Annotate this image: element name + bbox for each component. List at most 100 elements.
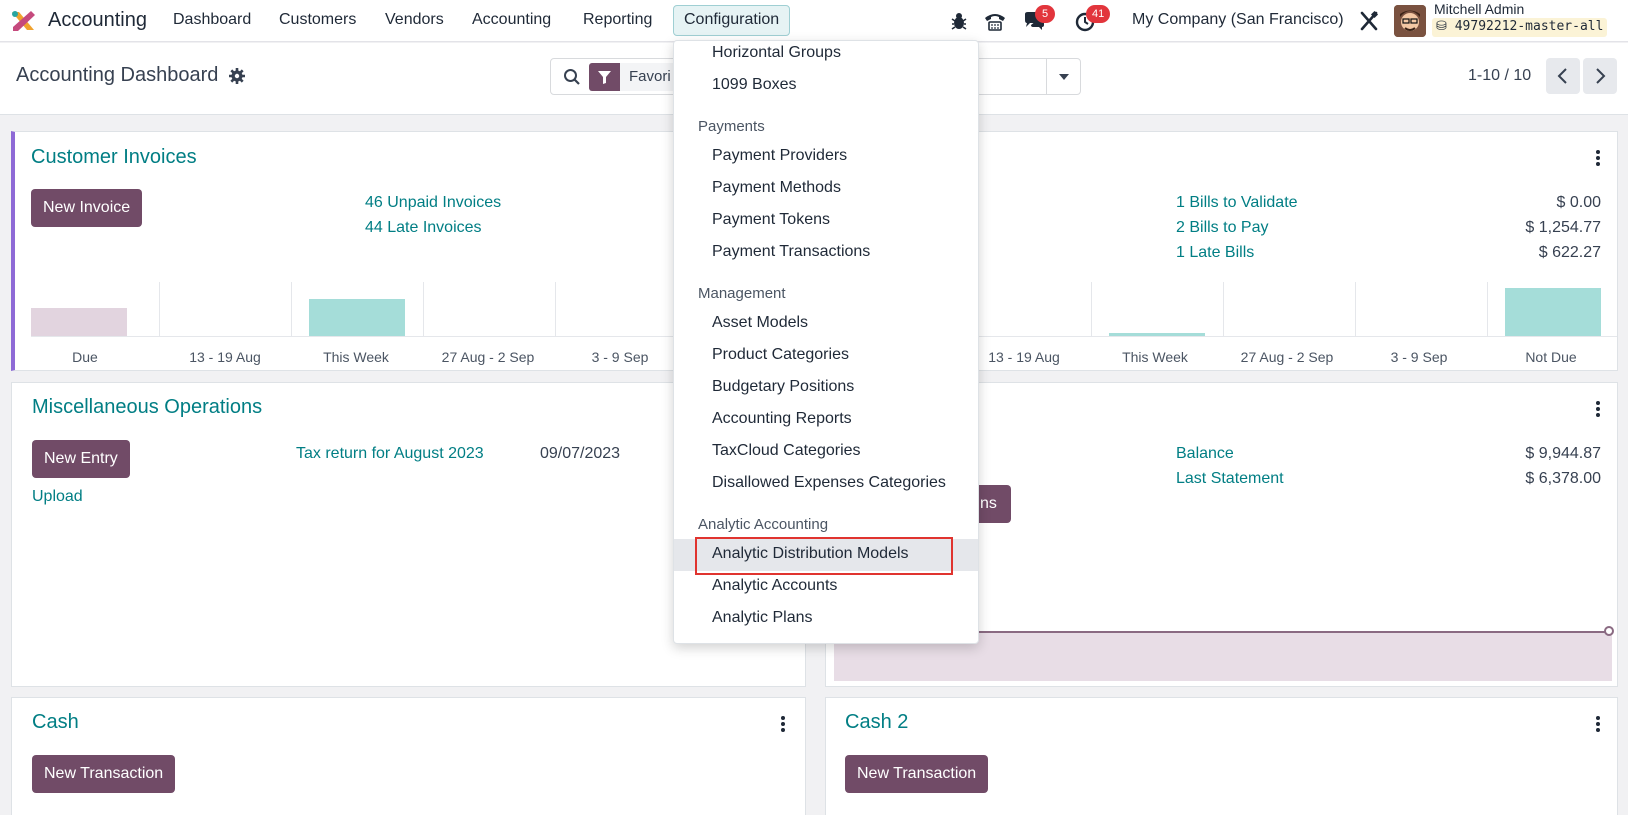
kebab-menu-icon[interactable] — [1595, 149, 1601, 167]
chart-point-icon[interactable] — [1603, 625, 1615, 637]
chevron-left-icon — [1557, 68, 1567, 84]
bills-to-pay-amount: $ 1,254.77 — [1525, 219, 1601, 236]
section-header-analytic-accounting: Analytic Accounting — [698, 516, 829, 533]
last-statement-link[interactable]: Last Statement — [1176, 470, 1284, 488]
chart-tick: 3 - 9 Sep — [591, 349, 649, 365]
menu-dashboard[interactable]: Dashboard — [173, 11, 251, 29]
company-switcher[interactable]: My Company (San Francisco) — [1132, 11, 1344, 29]
chart-gridline — [159, 282, 160, 336]
section-header-management: Management — [698, 285, 786, 302]
entry-date: 09/07/2023 — [540, 445, 621, 462]
search-options-toggle[interactable] — [1046, 59, 1080, 94]
top-navbar: Accounting Dashboard Customers Vendors A… — [0, 0, 1628, 42]
upload-link[interactable]: Upload — [32, 488, 83, 506]
search-icon[interactable] — [563, 68, 581, 86]
card-title[interactable]: Cash 2 — [845, 711, 908, 734]
menu-item-payment-methods[interactable]: Payment Methods — [712, 179, 841, 197]
bills-to-pay-link[interactable]: 2 Bills to Pay — [1176, 219, 1268, 237]
tools-icon[interactable] — [1359, 10, 1379, 32]
avatar-image-icon — [1394, 5, 1426, 37]
filter-icon — [589, 63, 620, 91]
bills-to-validate-link[interactable]: 1 Bills to Validate — [1176, 194, 1298, 212]
menu-item-horizontal-groups[interactable]: Horizontal Groups — [712, 44, 841, 62]
section-header-payments: Payments — [698, 118, 765, 135]
chart-tick: Not Due — [1525, 349, 1577, 365]
balance-link[interactable]: Balance — [1176, 445, 1234, 463]
card-title[interactable]: Customer Invoices — [31, 146, 197, 169]
menu-accounting[interactable]: Accounting — [472, 11, 551, 29]
pager-next-button[interactable] — [1583, 58, 1617, 94]
menu-item-disallowed-expenses-categories[interactable]: Disallowed Expenses Categories — [712, 474, 946, 492]
user-avatar[interactable] — [1394, 5, 1426, 37]
menu-reporting[interactable]: Reporting — [583, 11, 652, 29]
menu-item-analytic-plans[interactable]: Analytic Plans — [712, 609, 813, 627]
messages-badge: 5 — [1035, 5, 1055, 23]
menu-item-taxcloud-categories[interactable]: TaxCloud Categories — [712, 442, 861, 460]
new-transaction-button[interactable]: New Transaction — [845, 755, 989, 793]
chart-tick: 3 - 9 Sep — [1390, 349, 1448, 365]
chart-bar-not-due[interactable] — [1505, 288, 1601, 336]
configuration-dropdown: Horizontal Groups 1099 Boxes Payments Pa… — [673, 40, 979, 644]
chart-gridline — [1223, 282, 1224, 336]
caret-down-icon — [1059, 74, 1069, 80]
menu-item-payment-providers[interactable]: Payment Providers — [712, 147, 847, 165]
unpaid-invoices-link[interactable]: 46 Unpaid Invoices — [365, 194, 501, 212]
card-title[interactable]: Miscellaneous Operations — [32, 396, 262, 419]
chart-gridline — [1487, 282, 1488, 336]
new-invoice-button[interactable]: New Invoice — [31, 189, 143, 227]
highlight-outline — [695, 537, 953, 575]
chart-tick: 27 Aug - 2 Sep — [1240, 349, 1334, 365]
bug-icon[interactable] — [950, 10, 968, 32]
pager-previous-button[interactable] — [1546, 58, 1580, 94]
app-name[interactable]: Accounting — [48, 9, 147, 32]
chart-bar-this-week[interactable] — [1109, 333, 1205, 336]
menu-item-payment-tokens[interactable]: Payment Tokens — [712, 211, 830, 229]
activities-badge: 41 — [1086, 5, 1111, 23]
database-tag: ⛁ 49792212-master-all — [1432, 18, 1608, 37]
chart-bar-this-week[interactable] — [309, 299, 405, 336]
gear-icon[interactable] — [228, 67, 246, 85]
menu-item-budgetary-positions[interactable]: Budgetary Positions — [712, 378, 854, 396]
cash2-card: Cash 2 New Transaction — [825, 697, 1618, 815]
kebab-menu-icon[interactable] — [1595, 715, 1601, 733]
facet-label: Favori — [629, 68, 671, 85]
balance-amount: $ 9,944.87 — [1525, 445, 1601, 462]
chart-gridline — [555, 282, 556, 336]
chart-gridline — [423, 282, 424, 336]
chart-tick: 13 - 19 Aug — [189, 349, 261, 365]
app-logo-icon[interactable] — [9, 8, 37, 34]
menu-customers[interactable]: Customers — [279, 11, 356, 29]
menu-item-asset-models[interactable]: Asset Models — [712, 314, 808, 332]
card-title[interactable]: Cash — [32, 711, 79, 734]
new-transaction-button[interactable]: New Transaction — [32, 755, 176, 793]
entry-link[interactable]: Tax return for August 2023 — [296, 445, 484, 463]
pager-value[interactable]: 1-10 / 10 — [1468, 67, 1531, 85]
search-facet[interactable]: Favori — [589, 63, 679, 91]
menu-item-accounting-reports[interactable]: Accounting Reports — [712, 410, 852, 428]
chart-tick: 27 Aug - 2 Sep — [441, 349, 535, 365]
menu-vendors[interactable]: Vendors — [385, 11, 444, 29]
late-invoices-link[interactable]: 44 Late Invoices — [365, 219, 482, 237]
new-entry-button[interactable]: New Entry — [32, 440, 130, 478]
menu-item-payment-transactions[interactable]: Payment Transactions — [712, 243, 870, 261]
menu-item-1099-boxes[interactable]: 1099 Boxes — [712, 76, 797, 94]
menu-configuration[interactable]: Configuration — [673, 5, 791, 36]
user-name[interactable]: Mitchell Admin — [1434, 1, 1524, 17]
page-title: Accounting Dashboard — [16, 64, 219, 86]
late-bills-amount: $ 622.27 — [1538, 244, 1601, 261]
late-bills-link[interactable]: 1 Late Bills — [1176, 244, 1254, 262]
database-icon: ⛁ — [1436, 19, 1455, 34]
bills-to-validate-amount: $ 0.00 — [1556, 194, 1601, 211]
menu-item-product-categories[interactable]: Product Categories — [712, 346, 849, 364]
chart-bar-due[interactable] — [31, 308, 127, 336]
last-statement-amount: $ 6,378.00 — [1525, 470, 1601, 487]
chevron-right-icon — [1596, 68, 1606, 84]
chart-tick: This Week — [323, 349, 389, 365]
cash-card: Cash New Transaction — [11, 697, 806, 815]
chart-gridline — [1355, 282, 1356, 336]
menu-item-analytic-accounts[interactable]: Analytic Accounts — [712, 577, 837, 595]
kebab-menu-icon[interactable] — [780, 715, 786, 733]
phone-icon[interactable] — [983, 10, 1007, 32]
database-name: 49792212-master-all — [1454, 19, 1604, 34]
kebab-menu-icon[interactable] — [1595, 400, 1601, 418]
